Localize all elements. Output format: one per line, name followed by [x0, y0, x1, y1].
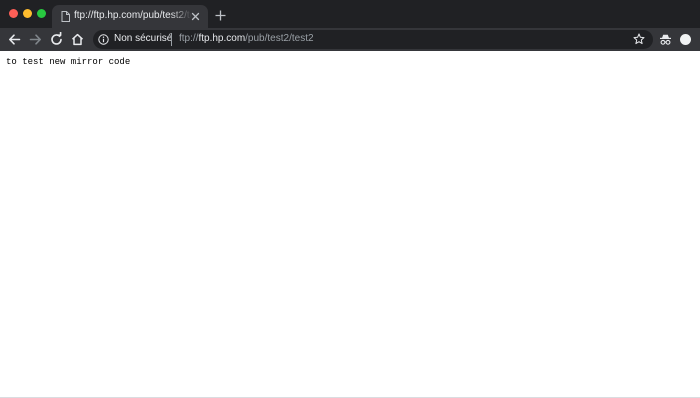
- reload-icon[interactable]: [49, 32, 64, 47]
- tab-active[interactable]: ftp://ftp.hp.com/pub/test2/test2: [52, 5, 208, 28]
- profile-icon[interactable]: [680, 34, 691, 45]
- window-close-button[interactable]: [9, 9, 18, 18]
- forward-arrow-icon[interactable]: [28, 32, 43, 47]
- window-minimize-button[interactable]: [23, 9, 32, 18]
- incognito-icon[interactable]: [659, 33, 672, 46]
- close-icon[interactable]: [190, 11, 201, 22]
- page-text: to test new mirror code: [6, 57, 131, 67]
- address-bar[interactable]: Non sécurisé ftp://ftp.hp.com/pub/test2/…: [93, 30, 653, 49]
- url-scheme: ftp://: [179, 33, 199, 44]
- tab-title: ftp://ftp.hp.com/pub/test2/test2: [74, 10, 192, 21]
- page-content: to test new mirror code: [0, 51, 700, 398]
- url-text[interactable]: ftp://ftp.hp.com/pub/test2/test2: [179, 33, 314, 44]
- window-maximize-button[interactable]: [37, 9, 46, 18]
- star-icon[interactable]: [633, 33, 645, 45]
- url-path: /pub/test2/test2: [245, 33, 314, 44]
- security-status[interactable]: Non sécurisé: [114, 33, 172, 44]
- back-arrow-icon[interactable]: [7, 32, 22, 47]
- address-separator: [171, 33, 172, 46]
- url-host: ftp.hp.com: [198, 33, 246, 44]
- tab-strip: ftp://ftp.hp.com/pub/test2/test2: [0, 0, 700, 28]
- page-icon: [61, 11, 70, 22]
- toolbar: Non sécurisé ftp://ftp.hp.com/pub/test2/…: [0, 28, 700, 51]
- home-icon[interactable]: [70, 32, 85, 47]
- info-icon[interactable]: [98, 34, 109, 45]
- browser-window: ftp://ftp.hp.com/pub/test2/test2: [0, 0, 700, 398]
- plus-icon[interactable]: [215, 10, 226, 21]
